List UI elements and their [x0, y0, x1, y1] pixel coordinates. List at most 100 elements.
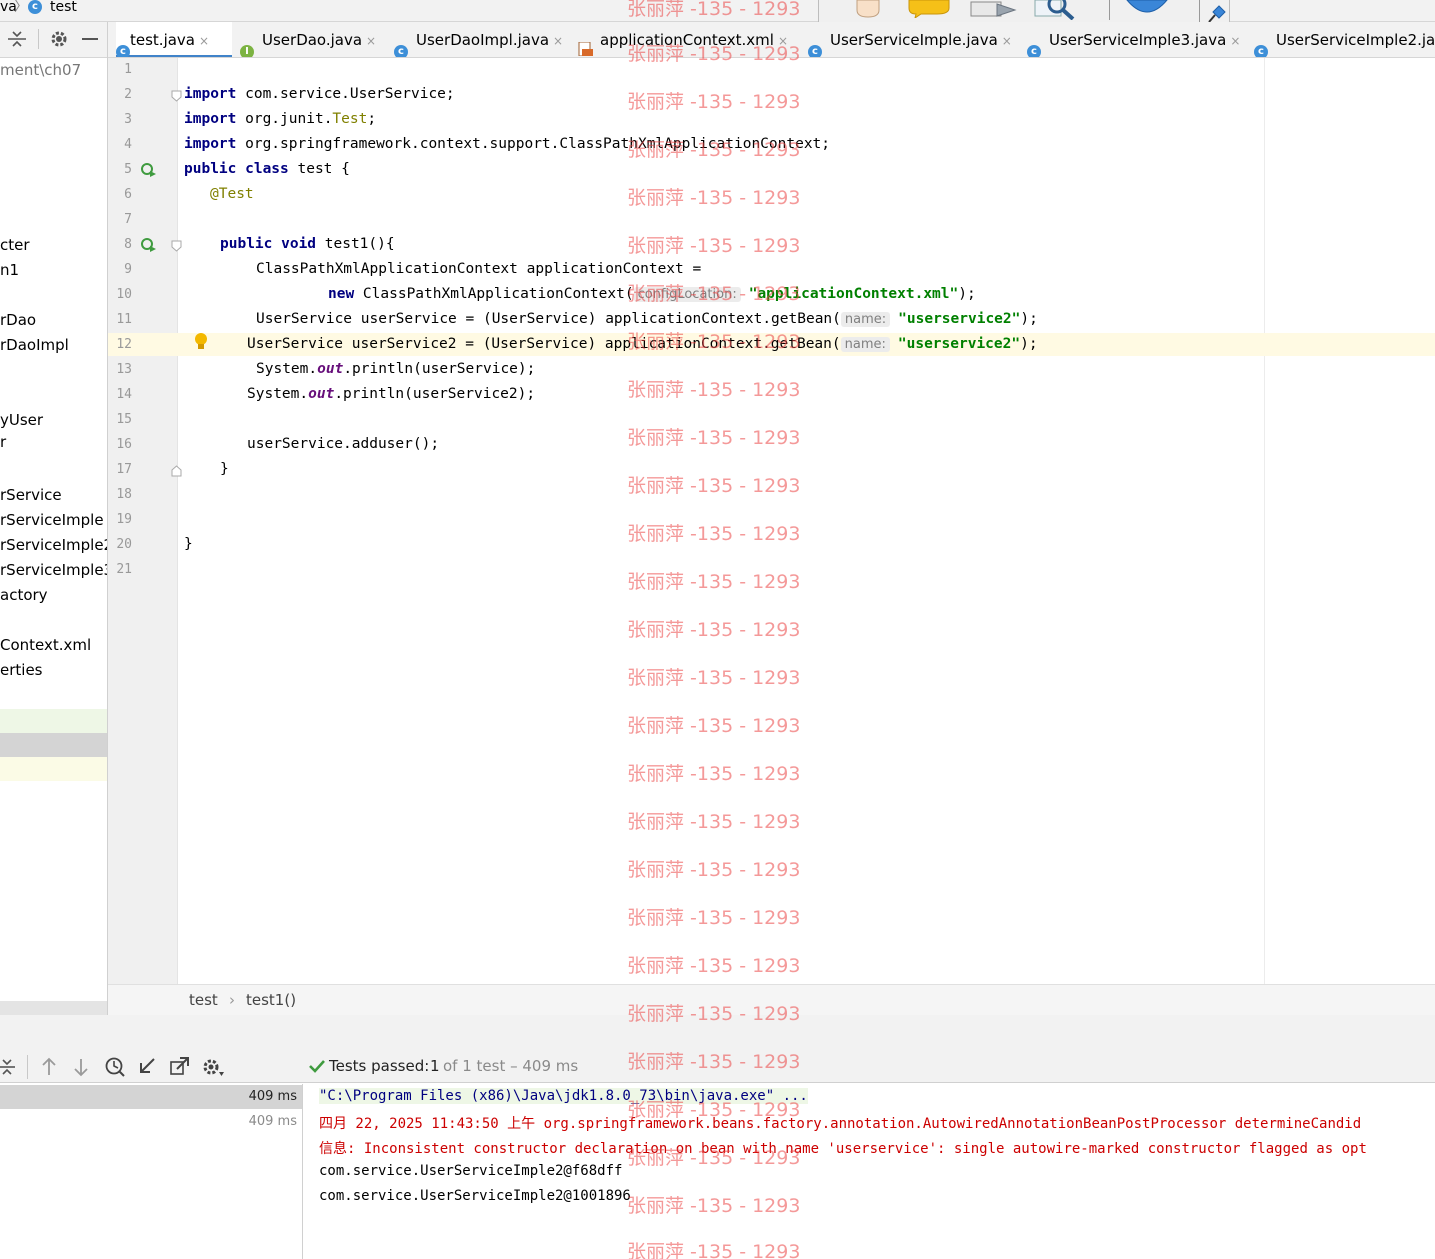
tree-item[interactable]: actory — [0, 586, 48, 604]
line-number[interactable]: 12 — [108, 337, 132, 352]
code-line-5[interactable]: public class test { — [184, 161, 350, 177]
arrow-down-icon[interactable] — [72, 1057, 90, 1081]
close-icon[interactable]: × — [778, 34, 788, 48]
code-line-13[interactable]: System.out.println(userService); — [256, 361, 535, 377]
line-number[interactable]: 8 — [108, 237, 132, 252]
tree-item[interactable]: cter — [0, 236, 30, 254]
close-icon[interactable]: × — [366, 34, 376, 48]
tree-item[interactable]: n1 — [0, 261, 19, 279]
tree-row-highlight[interactable] — [0, 757, 107, 781]
tab-userdao-java[interactable]: I UserDao.java × — [240, 22, 390, 57]
line-number[interactable]: 3 — [108, 112, 132, 127]
tree-item[interactable]: rService — [0, 486, 62, 504]
code-line-20[interactable]: } — [184, 536, 193, 552]
tree-item[interactable]: yUser — [0, 411, 43, 429]
close-icon[interactable]: × — [1002, 34, 1012, 48]
run-test-icon[interactable] — [140, 162, 158, 182]
tab-userserviceimple-java[interactable]: c UserServiceImple.java × — [808, 22, 1024, 57]
code-editor[interactable] — [179, 58, 1435, 984]
line-number[interactable]: 14 — [108, 387, 132, 402]
code-line-17[interactable]: } — [220, 461, 229, 477]
tree-row-selected[interactable] — [0, 733, 107, 757]
test-tree-row-selected[interactable]: 409 ms — [0, 1085, 302, 1109]
class-icon: c — [28, 0, 42, 14]
code-line-16[interactable]: userService.adduser(); — [247, 436, 439, 452]
export-tests-icon[interactable] — [169, 1056, 191, 1082]
settings-gear-icon[interactable] — [201, 1056, 225, 1082]
code-line-12[interactable]: UserService userService2 = (UserService)… — [247, 336, 1038, 352]
fold-icon[interactable] — [171, 88, 182, 106]
code-keyword: import — [184, 86, 237, 102]
history-icon[interactable] — [104, 1056, 126, 1082]
line-number[interactable]: 7 — [108, 212, 132, 227]
tree-item[interactable]: rDaoImpl — [0, 336, 69, 354]
line-number[interactable]: 13 — [108, 362, 132, 377]
arrow-up-icon[interactable] — [40, 1057, 58, 1081]
close-icon[interactable]: × — [199, 34, 209, 48]
test-tree-row[interactable]: 409 ms — [0, 1110, 302, 1134]
line-number[interactable]: 16 — [108, 437, 132, 452]
zoom-icon[interactable] — [1033, 0, 1083, 21]
tree-row-highlight[interactable] — [0, 709, 107, 733]
code-line-9[interactable]: ClassPathXmlApplicationContext applicati… — [256, 261, 701, 277]
collapse-all-icon[interactable] — [0, 1057, 18, 1081]
close-icon[interactable]: × — [553, 34, 563, 48]
console-command-line[interactable]: "C:\Program Files (x86)\Java\jdk1.8.0_73… — [319, 1088, 808, 1104]
code-line-14[interactable]: System.out.println(userService2); — [247, 386, 535, 402]
tab-userserviceimple2-java[interactable]: c UserServiceImple2.java — [1254, 22, 1435, 57]
fold-end-icon[interactable] — [171, 463, 182, 481]
globe-icon[interactable] — [1125, 0, 1169, 18]
breadcrumb-class[interactable]: test — [189, 991, 218, 1009]
console-output[interactable]: "C:\Program Files (x86)\Java\jdk1.8.0_73… — [304, 1084, 1435, 1259]
code-line-10[interactable]: new ClassPathXmlApplicationContext(confi… — [328, 286, 976, 302]
code-line-3[interactable]: import org.junit.Test; — [184, 111, 376, 127]
line-number[interactable]: 18 — [108, 487, 132, 502]
tab-applicationcontext-xml[interactable]: applicationContext.xml × — [578, 22, 798, 57]
code-line-11[interactable]: UserService userService = (UserService) … — [256, 311, 1038, 327]
tree-item[interactable]: erties — [0, 661, 43, 679]
line-number[interactable]: 20 — [108, 537, 132, 552]
tab-userserviceimple3-java[interactable]: c UserServiceImple3.java × — [1027, 22, 1249, 57]
gear-icon[interactable] — [48, 28, 70, 54]
code-line-2[interactable]: import com.service.UserService; — [184, 86, 455, 102]
lightbulb-icon[interactable] — [193, 332, 209, 356]
line-number[interactable]: 17 — [108, 462, 132, 477]
line-number[interactable]: 19 — [108, 512, 132, 527]
tree-item[interactable]: rServiceImple2 — [0, 536, 107, 554]
hide-panel-icon[interactable] — [82, 38, 98, 40]
line-number[interactable]: 2 — [108, 87, 132, 102]
line-number[interactable]: 5 — [108, 162, 132, 177]
breadcrumb-class[interactable]: test — [50, 0, 77, 14]
line-number[interactable]: 4 — [108, 137, 132, 152]
collapse-all-icon[interactable] — [6, 29, 28, 53]
line-number[interactable]: 11 — [108, 312, 132, 327]
export-icon[interactable] — [969, 0, 1019, 18]
tab-test-java[interactable]: c test.java × — [116, 22, 232, 57]
import-tests-icon[interactable] — [136, 1056, 158, 1082]
tab-userdaoimpl-java[interactable]: c UserDaoImpl.java × — [394, 22, 570, 57]
close-icon[interactable]: × — [1230, 34, 1240, 48]
tree-item[interactable]: Context.xml — [0, 636, 91, 654]
line-number[interactable]: 1 — [108, 62, 132, 77]
code-line-4[interactable]: import org.springframework.context.suppo… — [184, 136, 830, 152]
line-number[interactable]: 15 — [108, 412, 132, 427]
tree-path[interactable]: ment\ch07 — [0, 61, 81, 79]
tab-label: applicationContext.xml — [600, 31, 774, 49]
horizontal-scrollbar[interactable] — [0, 1001, 107, 1015]
line-number[interactable]: 10 — [108, 287, 132, 302]
fold-icon[interactable] — [171, 238, 182, 256]
hand-icon[interactable] — [853, 0, 883, 18]
tree-item[interactable]: rServiceImple3 — [0, 561, 107, 579]
line-number[interactable]: 21 — [108, 562, 132, 577]
tree-item[interactable]: r — [0, 433, 6, 451]
code-line-8[interactable]: public void test1(){ — [220, 236, 395, 252]
pin-icon[interactable] — [1205, 4, 1227, 23]
breadcrumb-method[interactable]: test1() — [246, 991, 296, 1009]
line-number[interactable]: 6 — [108, 187, 132, 202]
tree-item[interactable]: rDao — [0, 311, 36, 329]
line-number[interactable]: 9 — [108, 262, 132, 277]
run-test-icon[interactable] — [140, 237, 158, 257]
comment-icon[interactable] — [907, 0, 951, 20]
code-line-6[interactable]: @Test — [210, 186, 254, 202]
tree-item[interactable]: rServiceImple — [0, 511, 104, 529]
